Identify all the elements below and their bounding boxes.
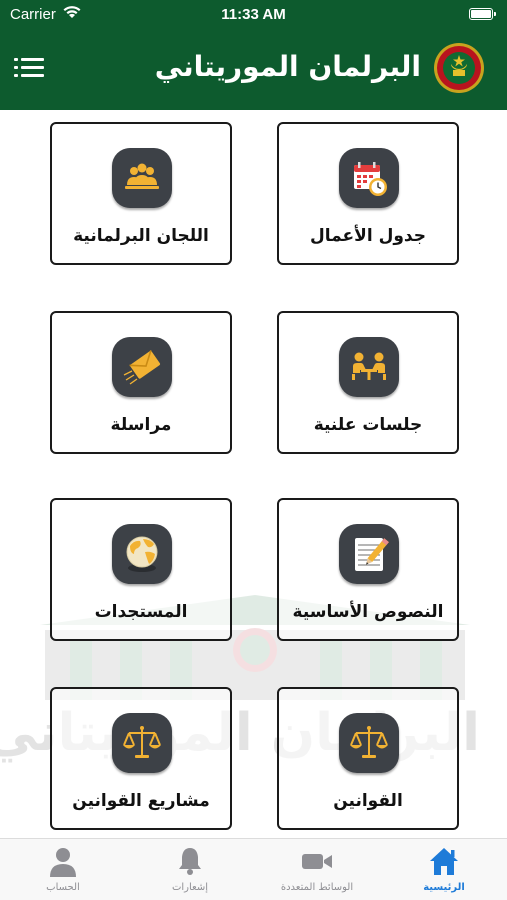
bell-icon xyxy=(179,848,201,875)
tile-draft-laws[interactable]: مشاريع القوانين xyxy=(50,687,232,830)
notepad-pencil-icon xyxy=(339,524,399,584)
tile-label: النصوص الأساسية xyxy=(292,602,444,622)
scales-icon xyxy=(339,713,399,773)
scales-icon xyxy=(112,713,172,773)
people-group-icon xyxy=(112,148,172,208)
tile-label: مشاريع القوانين xyxy=(72,791,210,811)
tile-label: المستجدات xyxy=(94,602,188,622)
tab-label: الوسائط المتعددة xyxy=(280,882,354,893)
person-icon xyxy=(50,848,76,877)
tab-notifications[interactable]: إشعارات xyxy=(127,839,253,900)
battery-icon xyxy=(469,8,496,20)
tile-label: جلسات علنية xyxy=(313,415,423,435)
tile-laws[interactable]: القوانين xyxy=(277,687,459,830)
page-title: البرلمان الموريتاني xyxy=(154,50,421,83)
video-camera-icon xyxy=(302,854,332,869)
tile-label: اللجان البرلمانية xyxy=(73,226,209,246)
tile-basic-texts[interactable]: النصوص الأساسية xyxy=(277,498,459,641)
tab-label: الحساب xyxy=(46,882,80,893)
tab-label: الرئيسية xyxy=(423,882,465,893)
status-time: 11:33 AM xyxy=(221,6,286,23)
tile-public-sessions[interactable]: جلسات علنية xyxy=(277,311,459,454)
meeting-table-icon xyxy=(339,337,399,397)
bottom-tab-bar: الرئيسية الوسائط المتعددة إشعارات الحساب xyxy=(0,838,507,900)
tile-label: القوانين xyxy=(333,791,403,811)
tab-multimedia[interactable]: الوسائط المتعددة xyxy=(254,839,380,900)
home-icon xyxy=(430,848,458,875)
calendar-clock-icon xyxy=(339,148,399,208)
tile-correspondence[interactable]: مراسلة xyxy=(50,311,232,454)
app-header: البرلمان الموريتاني xyxy=(0,30,507,110)
tile-label: مراسلة xyxy=(110,415,172,435)
globe-icon xyxy=(112,524,172,584)
tile-parliamentary-committees[interactable]: اللجان البرلمانية xyxy=(50,122,232,265)
tile-news[interactable]: المستجدات xyxy=(50,498,232,641)
status-bar: Carrier 11:33 AM xyxy=(0,0,507,30)
parliament-seal-logo xyxy=(434,43,484,93)
tile-agenda[interactable]: جدول الأعمال xyxy=(277,122,459,265)
tab-home[interactable]: الرئيسية xyxy=(381,839,507,900)
tab-account[interactable]: الحساب xyxy=(0,839,126,900)
tab-label: إشعارات xyxy=(171,882,209,893)
tile-label: جدول الأعمال xyxy=(310,226,426,246)
hamburger-menu-button[interactable] xyxy=(14,54,50,84)
envelope-icon xyxy=(112,337,172,397)
